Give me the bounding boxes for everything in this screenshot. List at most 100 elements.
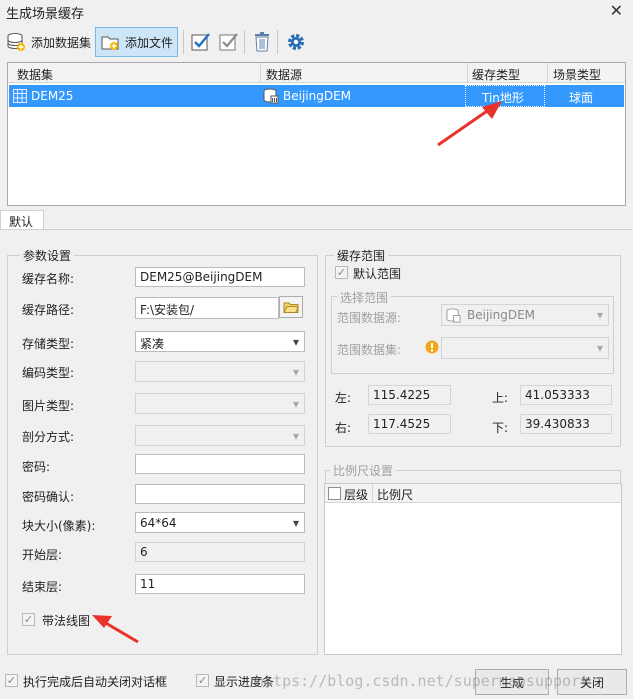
password-label: 密码: <box>22 460 51 474</box>
bottom-value[interactable]: 39.430833 <box>520 414 612 434</box>
annotation-arrow <box>92 615 139 644</box>
invert-select-icon <box>219 33 238 51</box>
title-bar: 生成场景缓存 ✕ <box>0 0 633 22</box>
datasource-icon <box>446 308 461 323</box>
block-size-label: 块大小(像素): <box>22 519 96 533</box>
chevron-down-icon: ▾ <box>596 340 604 355</box>
column-header-scale[interactable]: 比例尺 <box>377 486 413 503</box>
select-all-button[interactable] <box>186 27 216 57</box>
range-dataset-select[interactable]: ▾ <box>441 337 609 359</box>
normal-map-checkbox[interactable]: ✓ <box>22 613 35 626</box>
delete-icon <box>255 32 269 52</box>
column-header-scene-type[interactable]: 场景类型 <box>553 66 601 83</box>
auto-close-label: 执行完成后自动关闭对话框 <box>23 675 168 689</box>
add-file-label: 添加文件 <box>125 35 174 50</box>
range-datasource-select[interactable]: BeijingDEM ▾ <box>441 304 609 326</box>
invert-select-button[interactable] <box>214 27 244 57</box>
start-level-input[interactable]: 6 <box>135 542 305 562</box>
end-level-input[interactable]: 11 <box>135 574 305 594</box>
dataset-table[interactable]: 数据集 数据源 缓存类型 场景类型 DEM25 BeijingDEM Tin地形… <box>7 62 626 206</box>
chevron-down-icon: ▾ <box>292 364 300 379</box>
add-dataset-label: 添加数据集 <box>31 35 92 50</box>
parameter-settings-label: 参数设置 <box>20 247 75 264</box>
column-header-cache-type[interactable]: 缓存类型 <box>472 66 520 83</box>
image-type-select[interactable]: ▾ <box>135 393 305 414</box>
tab-default-label: 默认 <box>9 215 34 229</box>
encoding-type-label: 编码类型: <box>22 366 75 380</box>
password-confirm-label: 密码确认: <box>22 490 75 504</box>
default-range-checkbox[interactable]: ✓ <box>335 266 348 279</box>
encoding-type-select[interactable]: ▾ <box>135 361 305 382</box>
right-value[interactable]: 117.4525 <box>368 414 451 434</box>
show-progress-checkbox[interactable]: ✓ <box>196 674 209 687</box>
scale-settings-label: 比例尺设置 <box>330 462 397 479</box>
cache-path-label: 缓存路径: <box>22 303 75 317</box>
cache-name-input[interactable]: DEM25@BeijingDEM <box>135 267 305 287</box>
add-file-button[interactable]: 添加文件 <box>95 27 178 57</box>
end-level-label: 结束层: <box>22 580 63 594</box>
toolbar-separator <box>244 30 245 54</box>
range-dataset-label: 范围数据集: <box>337 343 402 357</box>
tab-divider <box>0 229 633 230</box>
folder-add-icon <box>101 36 119 50</box>
split-mode-label: 剖分方式: <box>22 430 75 444</box>
close-icon[interactable]: ✕ <box>610 1 623 20</box>
chevron-down-icon: ▾ <box>292 515 300 530</box>
toolbar-separator <box>277 30 278 54</box>
window-title: 生成场景缓存 <box>6 7 85 22</box>
cache-path-input[interactable]: F:\安装包/ <box>135 297 279 319</box>
chevron-down-icon: ▾ <box>596 307 604 322</box>
password-confirm-input[interactable] <box>135 484 305 504</box>
split-mode-select[interactable]: ▾ <box>135 425 305 446</box>
cell-dataset: DEM25 <box>31 89 74 103</box>
watermark: https://blog.csdn.net/supermapsupport <box>255 672 590 690</box>
normal-map-label: 带法线图 <box>42 614 91 628</box>
cache-range-label: 缓存范围 <box>334 247 389 264</box>
tab-default[interactable]: 默认 <box>0 210 44 230</box>
select-all-icon <box>191 33 210 51</box>
cell-scene-type: 球面 <box>569 91 594 105</box>
bottom-label: 下: <box>492 421 509 435</box>
select-range-label: 选择范围 <box>337 289 392 306</box>
block-size-value: 64*64 <box>140 516 177 530</box>
password-input[interactable] <box>135 454 305 474</box>
scale-table-header: 层级 比例尺 <box>325 484 621 503</box>
chevron-down-icon: ▾ <box>292 334 300 349</box>
cache-name-label: 缓存名称: <box>22 272 75 286</box>
toolbar-separator <box>183 30 184 54</box>
range-datasource-label: 范围数据源: <box>337 311 402 325</box>
left-label: 左: <box>335 391 352 405</box>
settings-icon <box>288 34 304 50</box>
delete-button[interactable] <box>248 27 276 57</box>
database-add-icon <box>7 33 25 51</box>
top-label: 上: <box>492 391 509 405</box>
left-value[interactable]: 115.4225 <box>368 385 451 405</box>
browse-button[interactable] <box>279 296 303 318</box>
column-header-datasource[interactable]: 数据源 <box>266 66 302 83</box>
folder-open-icon <box>283 302 299 313</box>
column-header-dataset[interactable]: 数据集 <box>17 66 53 83</box>
scale-table[interactable]: 层级 比例尺 <box>324 483 622 655</box>
datasource-icon <box>263 88 279 104</box>
image-type-label: 图片类型: <box>22 399 75 413</box>
cell-datasource: BeijingDEM <box>283 89 352 103</box>
toolbar: 添加数据集 添加文件 <box>0 24 633 60</box>
add-dataset-button[interactable]: 添加数据集 <box>2 27 95 57</box>
right-label: 右: <box>335 421 352 435</box>
auto-close-checkbox[interactable]: ✓ <box>5 674 18 687</box>
storage-type-select[interactable]: 紧凑 ▾ <box>135 331 305 352</box>
storage-type-value: 紧凑 <box>140 337 165 351</box>
range-datasource-value: BeijingDEM <box>467 308 536 322</box>
chevron-down-icon: ▾ <box>292 428 300 443</box>
table-row[interactable]: DEM25 BeijingDEM Tin地形 球面 <box>9 85 624 107</box>
top-value[interactable]: 41.053333 <box>520 385 612 405</box>
start-level-label: 开始层: <box>22 548 63 562</box>
grid-dataset-icon <box>13 89 27 103</box>
default-range-label: 默认范围 <box>353 267 402 281</box>
storage-type-label: 存储类型: <box>22 337 75 351</box>
block-size-select[interactable]: 64*64 ▾ <box>135 512 305 533</box>
table-header: 数据集 数据源 缓存类型 场景类型 <box>8 63 625 83</box>
column-header-level[interactable]: 层级 <box>344 486 368 503</box>
scale-select-all-checkbox[interactable] <box>328 487 341 500</box>
settings-button[interactable] <box>281 27 311 57</box>
